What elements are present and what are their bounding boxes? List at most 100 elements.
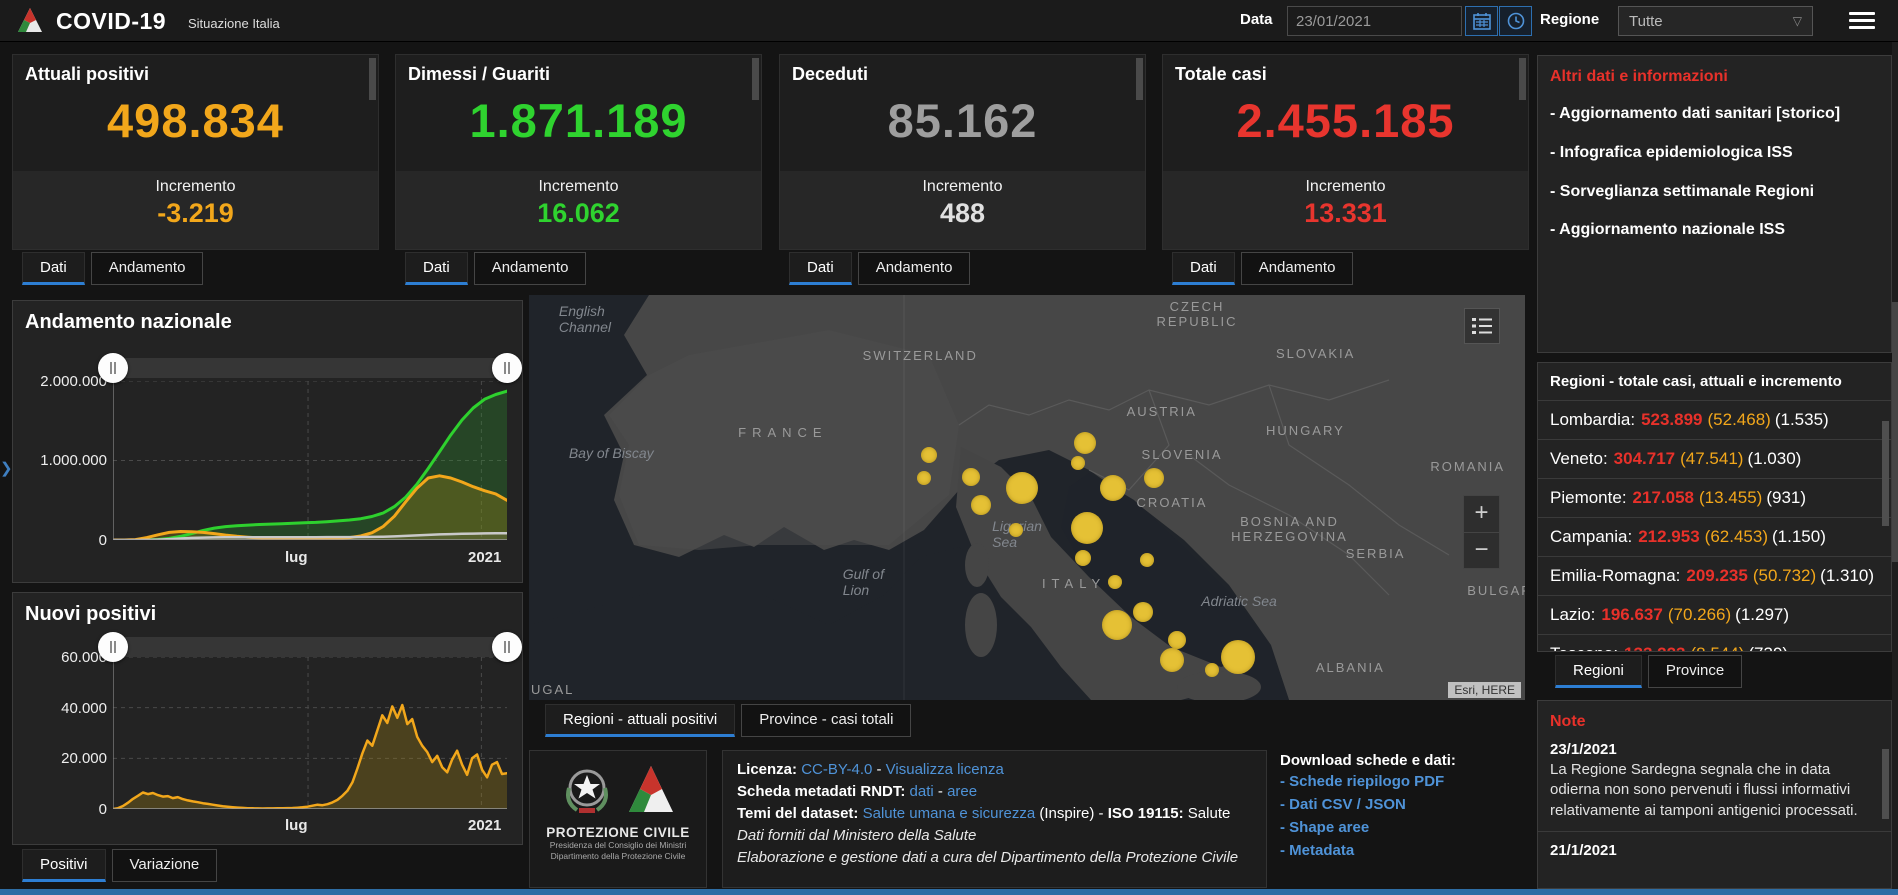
increment-value: 16.062 <box>396 198 761 229</box>
region-bubble[interactable] <box>1100 475 1126 501</box>
card-dimessi-guariti: Dimessi / Guariti 1.871.189 Incremento 1… <box>395 54 762 250</box>
sidebar-link[interactable]: - Infografica epidemiologica ISS <box>1538 133 1891 172</box>
calendar-button[interactable] <box>1465 6 1498 36</box>
region-bubble[interactable] <box>1102 610 1132 640</box>
tab-province[interactable]: Province <box>1648 655 1742 688</box>
region-bubble[interactable] <box>1108 575 1122 589</box>
tab-andamento[interactable]: Andamento <box>1241 252 1354 285</box>
italy-emblem-icon <box>561 762 613 818</box>
metadata-aree-link[interactable]: aree <box>947 783 977 800</box>
region-row[interactable]: Emilia-Romagna:209.235(50.732)(1.310) <box>1538 556 1891 595</box>
time-range-slider[interactable] <box>113 637 507 657</box>
tab-dati[interactable]: Dati <box>405 252 468 285</box>
scrollbar[interactable] <box>1136 58 1143 100</box>
regioni-list-title: Regioni - totale casi, attuali e increme… <box>1538 363 1891 400</box>
zoom-in-button[interactable]: + <box>1464 496 1499 532</box>
region-bubble[interactable] <box>1074 432 1096 454</box>
legend-button[interactable] <box>1464 308 1500 344</box>
y-axis-tick: 40.000 <box>21 700 107 717</box>
chart-panel-andamento-nazionale: Andamento nazionale 2.000.000 1.000.000 … <box>12 300 523 583</box>
region-row[interactable]: Lombardia:523.899(52.468)(1.535) <box>1538 400 1891 439</box>
tab-andamento[interactable]: Andamento <box>858 252 971 285</box>
tab-variazione[interactable]: Variazione <box>112 849 218 882</box>
chart-title: Andamento nazionale <box>13 301 522 334</box>
region-row[interactable]: Toscana:133.223(8.544)(739) <box>1538 634 1891 652</box>
card-totale-casi: Totale casi 2.455.185 Incremento 13.331 <box>1162 54 1529 250</box>
x-axis-tick: lug <box>285 549 308 566</box>
slider-handle-left[interactable] <box>98 353 128 383</box>
region-bubble[interactable] <box>1071 512 1103 544</box>
scrollbar[interactable] <box>1882 421 1889 526</box>
region-select[interactable]: Tutte ▽ <box>1618 6 1813 36</box>
sidebar-link[interactable]: - Aggiornamento nazionale ISS <box>1538 210 1891 249</box>
download-link[interactable]: - Metadata <box>1280 842 1525 859</box>
app-subtitle: Situazione Italia <box>188 16 280 31</box>
region-row[interactable]: Lazio:196.637(70.266)(1.297) <box>1538 595 1891 634</box>
region-bubble[interactable] <box>1221 640 1255 674</box>
expand-panel-chevron-icon[interactable]: ❯ <box>0 452 10 486</box>
region-bubble[interactable] <box>962 468 980 486</box>
map-attribution: Esri, HERE <box>1448 682 1521 698</box>
sidebar-link[interactable]: - Aggiornamento dati sanitari [storico] <box>1538 94 1891 133</box>
region-row[interactable]: Campania:212.953(62.453)(1.150) <box>1538 517 1891 556</box>
iso-value: Salute <box>1188 805 1231 822</box>
card-title: Dimessi / Guariti <box>396 55 761 85</box>
download-link[interactable]: - Dati CSV / JSON <box>1280 796 1525 813</box>
region-bubble[interactable] <box>1133 602 1153 622</box>
region-row[interactable]: Veneto:304.717(47.541)(1.030) <box>1538 439 1891 478</box>
view-license-link[interactable]: Visualizza licenza <box>886 761 1004 778</box>
card-attuali-positivi: Attuali positivi 498.834 Incremento -3.2… <box>12 54 379 250</box>
region-row[interactable]: Piemonte:217.058(13.455)(931) <box>1538 478 1891 517</box>
tab-regioni[interactable]: Regioni <box>1555 655 1642 688</box>
slider-handle-left[interactable] <box>98 632 128 662</box>
date-input[interactable] <box>1287 6 1462 36</box>
tab-dati[interactable]: Dati <box>22 252 85 285</box>
scrollbar[interactable] <box>369 58 376 100</box>
license-link[interactable]: CC-BY-4.0 <box>801 761 872 778</box>
tab-province-casi-totali[interactable]: Province - casi totali <box>741 704 911 737</box>
license-label: Licenza: <box>737 761 797 778</box>
dataset-themes-label: Temi del dataset: <box>737 805 858 822</box>
note-date: 21/1/2021 <box>1550 842 1879 859</box>
italy-map[interactable]: English ChannelBay of BiscayFRANCESWITZE… <box>529 295 1525 700</box>
tab-andamento[interactable]: Andamento <box>474 252 587 285</box>
increment-value: 13.331 <box>1163 198 1528 229</box>
calendar-icon <box>1473 12 1491 30</box>
download-link[interactable]: - Schede riepilogo PDF <box>1280 773 1525 790</box>
tab-dati[interactable]: Dati <box>1172 252 1235 285</box>
scrollbar[interactable] <box>1882 749 1889 819</box>
time-button[interactable] <box>1499 6 1532 36</box>
altri-dati-title: Altri dati e informazioni <box>1538 56 1891 86</box>
tab-regioni-attuali-positivi[interactable]: Regioni - attuali positivi <box>545 704 735 737</box>
region-bubble[interactable] <box>1009 523 1023 537</box>
salute-umana-link[interactable]: Salute umana e sicurezza <box>863 805 1036 822</box>
scrollbar[interactable] <box>752 58 759 100</box>
zoom-out-button[interactable]: − <box>1464 532 1499 568</box>
note-text: La Regione Sardegna segnala che in data … <box>1550 760 1879 821</box>
download-link[interactable]: - Shape aree <box>1280 819 1525 836</box>
region-bubble[interactable] <box>1075 550 1091 566</box>
scrollbar[interactable] <box>1519 58 1526 100</box>
increment-label: Incremento <box>13 178 378 196</box>
tab-positivi[interactable]: Positivi <box>22 849 106 882</box>
iso-label: ISO 19115: <box>1108 805 1184 822</box>
y-axis-tick: 60.000 <box>21 649 107 666</box>
slider-handle-right[interactable] <box>492 353 522 383</box>
metadata-dati-link[interactable]: dati <box>910 783 934 800</box>
region-bubble[interactable] <box>1071 456 1085 470</box>
slider-handle-right[interactable] <box>492 632 522 662</box>
tab-andamento[interactable]: Andamento <box>91 252 204 285</box>
card-title: Deceduti <box>780 55 1145 85</box>
region-bubble[interactable] <box>1006 472 1038 504</box>
page-scrollbar[interactable] <box>1892 42 1898 895</box>
card-value: 498.834 <box>13 93 378 148</box>
tab-dati[interactable]: Dati <box>789 252 852 285</box>
time-range-slider[interactable] <box>113 358 507 378</box>
menu-button[interactable] <box>1849 8 1875 33</box>
chart-title: Nuovi positivi <box>13 593 522 626</box>
card-value: 85.162 <box>780 93 1145 148</box>
sidebar-link[interactable]: - Sorveglianza settimanale Regioni <box>1538 172 1891 211</box>
region-bubble[interactable] <box>1140 553 1154 567</box>
chevron-down-icon: ▽ <box>1793 14 1802 28</box>
increment-label: Incremento <box>396 178 761 196</box>
